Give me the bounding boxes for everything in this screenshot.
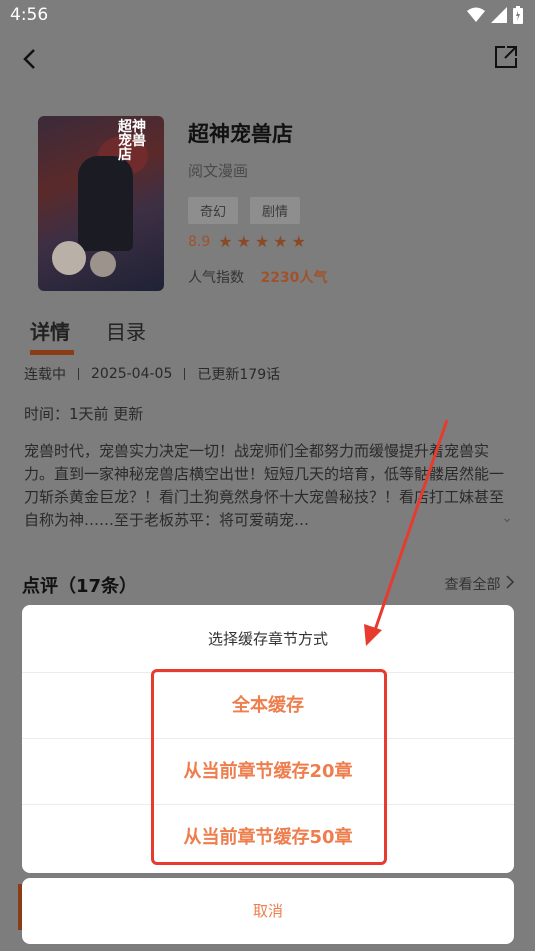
star-icon: ★	[218, 232, 233, 251]
cache-50-chapters-button[interactable]: 从当前章节缓存50章	[22, 805, 514, 871]
update-time: 时间：1天前 更新	[24, 405, 144, 423]
cache-all-button[interactable]: 全本缓存	[22, 673, 514, 739]
tag[interactable]: 奇幻	[188, 197, 239, 224]
book-description[interactable]: 宠兽时代，宠兽实力决定一切！战宠师们全都努力而缓慢提升着宠兽实力。直到一家神秘宠…	[24, 440, 514, 532]
chapter-count: 已更新179话	[197, 367, 281, 383]
wifi-icon	[467, 7, 485, 27]
reviews-title: 点评（17条）	[22, 576, 138, 597]
star-icon: ★	[236, 232, 251, 251]
tab-bar: 详情 目录	[30, 316, 146, 355]
signal-icon	[491, 7, 507, 27]
back-icon[interactable]	[16, 42, 44, 74]
serial-status: 连载中	[24, 367, 66, 383]
book-author: 阅文漫画	[188, 162, 249, 180]
tab-catalog[interactable]: 目录	[106, 316, 146, 345]
rating: 8.9 ★ ★ ★ ★ ★	[188, 232, 306, 251]
cover-title: 超神宠兽店	[118, 119, 146, 163]
star-icon: ★	[254, 232, 270, 251]
tag[interactable]: 剧情	[250, 197, 301, 224]
cancel-button[interactable]: 取消	[22, 878, 514, 944]
tag-list: 奇幻 剧情	[188, 197, 301, 224]
chevron-right-icon	[505, 575, 515, 593]
dialog-title: 选择缓存章节方式	[22, 605, 514, 673]
popularity-value: 2230人气	[260, 270, 328, 286]
popularity: 人气指数 2230人气	[188, 267, 327, 287]
status-bar: 4:56	[0, 0, 535, 30]
publish-date: 2025-04-05	[91, 366, 173, 382]
view-all-reviews-link[interactable]: 查看全部	[445, 574, 515, 594]
expand-chevron-icon[interactable]: ⌄	[501, 510, 513, 526]
rating-score: 8.9	[188, 234, 211, 250]
top-bar	[0, 38, 535, 78]
book-cover[interactable]: 超神宠兽店	[38, 116, 164, 291]
divider	[78, 368, 79, 380]
cache-20-chapters-button[interactable]: 从当前章节缓存20章	[22, 739, 514, 805]
share-icon[interactable]	[493, 44, 519, 70]
view-all-label: 查看全部	[444, 577, 501, 593]
tab-details[interactable]: 详情	[30, 316, 74, 355]
battery-icon	[513, 6, 523, 28]
book-meta: 连载中 2025-04-05 已更新179话	[24, 364, 280, 384]
star-icon: ★	[273, 232, 288, 251]
divider	[184, 368, 186, 380]
cache-options-dialog: 选择缓存章节方式 全本缓存 从当前章节缓存20章 从当前章节缓存50章	[22, 605, 514, 873]
popularity-label: 人气指数	[188, 270, 244, 286]
status-time: 4:56	[10, 5, 49, 25]
book-title: 超神宠兽店	[188, 122, 293, 146]
star-icon: ★	[291, 232, 306, 251]
